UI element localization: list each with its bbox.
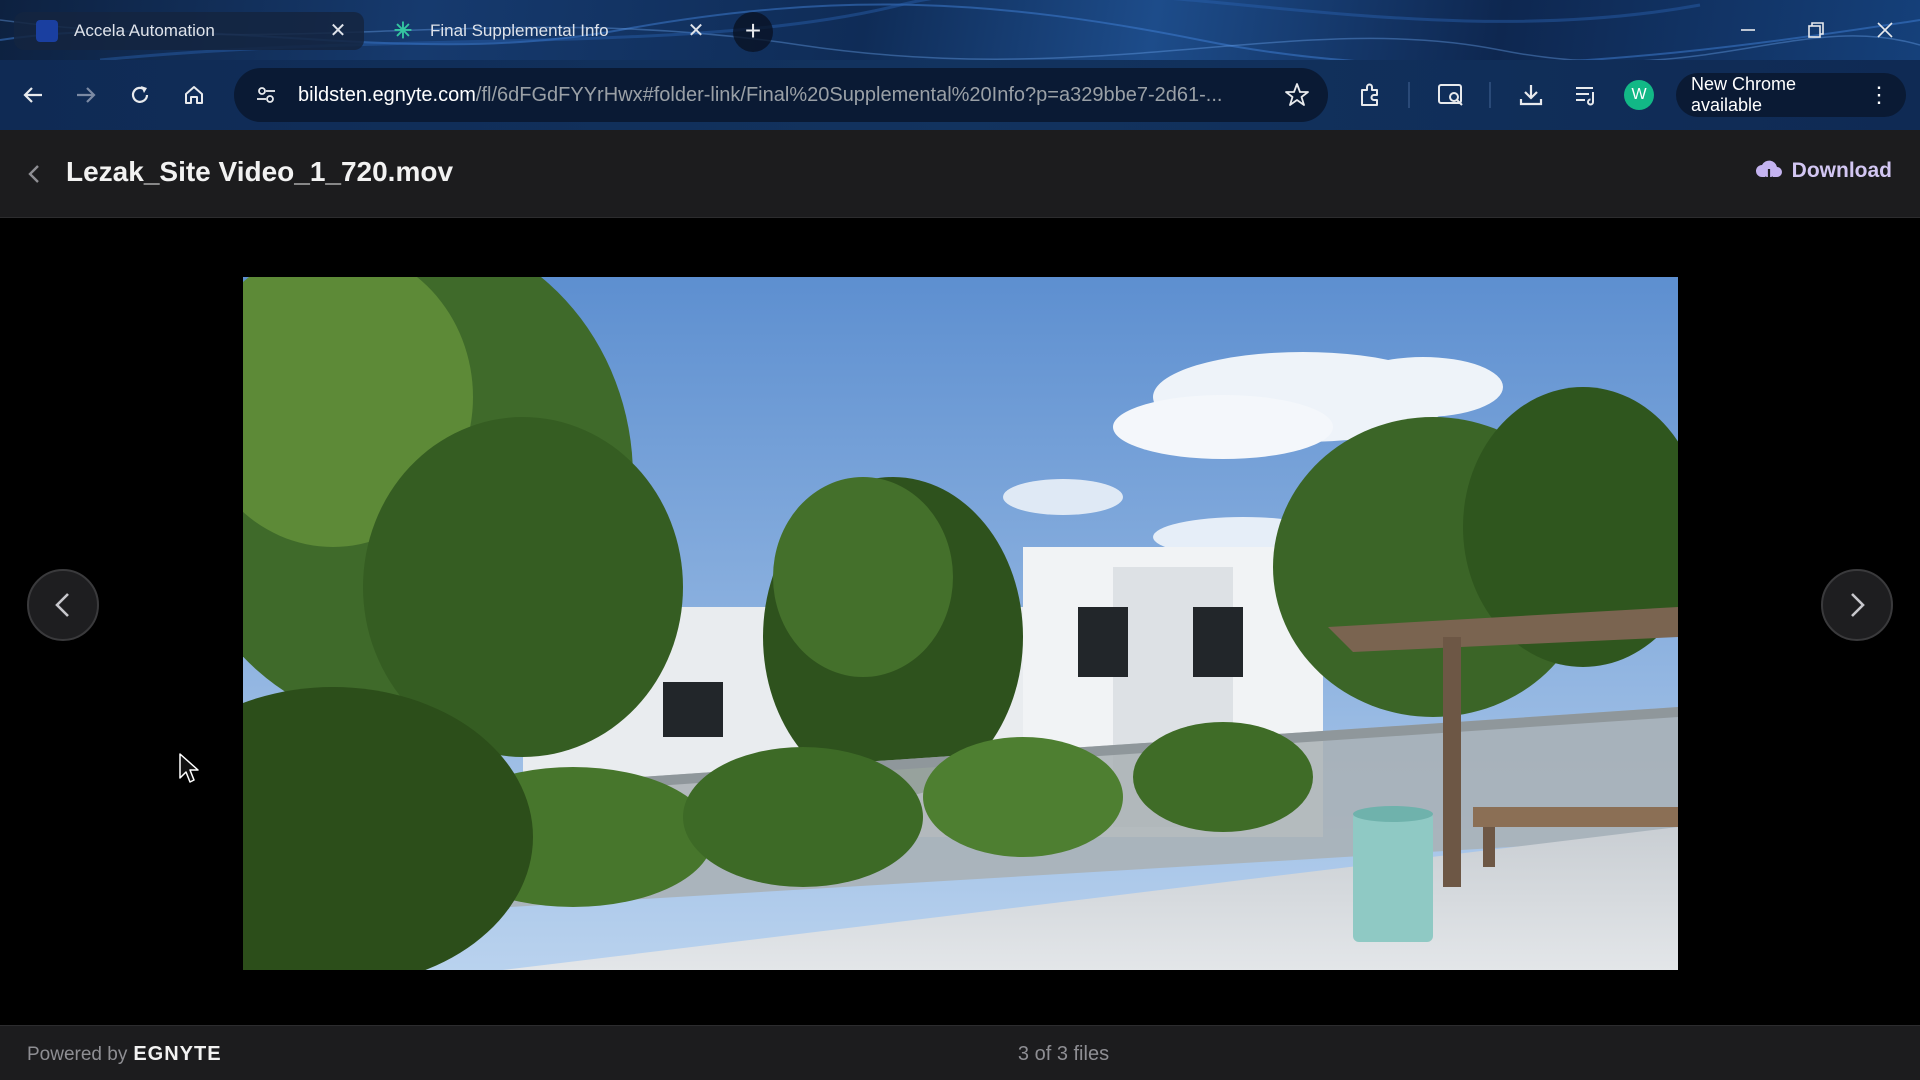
minimize-icon bbox=[1741, 29, 1755, 31]
file-title: Lezak_Site Video_1_720.mov bbox=[66, 156, 454, 187]
downloads-button[interactable] bbox=[1511, 75, 1551, 115]
site-info-icon[interactable] bbox=[248, 77, 284, 113]
chrome-update-button[interactable]: New Chrome available ⋮ bbox=[1676, 73, 1906, 117]
reload-icon bbox=[131, 86, 149, 103]
accela-favicon-icon bbox=[36, 20, 58, 42]
tab-accela-automation[interactable]: Accela Automation ✕ bbox=[14, 12, 364, 50]
media-controls-button[interactable] bbox=[1566, 75, 1606, 115]
back-button[interactable] bbox=[13, 75, 53, 115]
playlist-icon bbox=[1576, 87, 1594, 106]
update-label: New Chrome available bbox=[1691, 74, 1797, 115]
arrow-right-icon bbox=[77, 87, 96, 103]
home-icon bbox=[185, 86, 203, 104]
tab-close-icon[interactable]: ✕ bbox=[684, 19, 708, 43]
tab-title: Accela Automation bbox=[74, 21, 215, 40]
tab-title: Final Supplemental Info bbox=[430, 21, 609, 40]
download-icon bbox=[1519, 85, 1543, 106]
puzzle-icon bbox=[1361, 83, 1378, 106]
extensions-button[interactable] bbox=[1350, 75, 1390, 115]
restore-icon bbox=[1808, 22, 1824, 38]
reload-button[interactable] bbox=[120, 75, 160, 115]
url-path: /fl/6dFGdFYYrHwx#folder-link/Final%20Sup… bbox=[475, 83, 1223, 106]
previous-file-button[interactable] bbox=[27, 569, 99, 641]
browser-tab-strip: Accela Automation ✕ ✳ Final Supplemental… bbox=[0, 0, 1920, 60]
url-host: bildsten.egnyte.com bbox=[298, 83, 476, 106]
viewer-footer: Powered by EGNYTE 3 of 3 files bbox=[0, 1025, 1920, 1080]
new-tab-button[interactable]: + bbox=[733, 12, 773, 52]
download-label: Download bbox=[1791, 159, 1892, 182]
restore-button[interactable] bbox=[1786, 8, 1846, 52]
cloud-download-icon bbox=[1755, 160, 1782, 183]
home-button[interactable] bbox=[174, 75, 214, 115]
mouse-cursor-icon bbox=[179, 753, 199, 783]
browser-toolbar: bildsten.egnyte.com/fl/6dFGdFYYrHwx#fold… bbox=[0, 60, 1920, 130]
minimize-button[interactable] bbox=[1718, 8, 1778, 52]
bookmark-star-icon[interactable] bbox=[1284, 82, 1310, 113]
download-button[interactable]: Download bbox=[1754, 158, 1892, 184]
egnyte-favicon-icon: ✳ bbox=[393, 18, 413, 43]
file-count: 3 of 3 files bbox=[1017, 1043, 1110, 1065]
tab-close-icon[interactable]: ✕ bbox=[326, 19, 350, 43]
screen-search-icon bbox=[1438, 84, 1463, 106]
toolbar-divider bbox=[1408, 82, 1410, 108]
chevron-left-icon[interactable] bbox=[20, 160, 48, 188]
next-file-button[interactable] bbox=[1821, 569, 1893, 641]
close-icon bbox=[1877, 22, 1893, 38]
profile-avatar[interactable]: W bbox=[1624, 80, 1654, 110]
file-viewer-header: Lezak_Site Video_1_720.mov Download bbox=[0, 130, 1920, 218]
toolbar-divider bbox=[1489, 82, 1491, 108]
address-bar[interactable]: bildsten.egnyte.com/fl/6dFGdFYYrHwx#fold… bbox=[234, 68, 1328, 122]
arrow-left-icon bbox=[23, 87, 42, 103]
media-stage bbox=[0, 218, 1920, 1025]
chevron-left-icon bbox=[55, 593, 69, 617]
close-window-button[interactable] bbox=[1855, 8, 1915, 52]
video-preview[interactable] bbox=[243, 277, 1678, 970]
more-vert-icon: ⋮ bbox=[1868, 82, 1890, 107]
tab-final-supplemental-info[interactable]: ✳ Final Supplemental Info ✕ bbox=[370, 10, 722, 52]
url-text[interactable]: bildsten.egnyte.com/fl/6dFGdFYYrHwx#fold… bbox=[298, 84, 1258, 107]
site-rendering-image bbox=[243, 277, 1678, 970]
chevron-right-icon bbox=[1851, 593, 1865, 617]
forward-button[interactable] bbox=[66, 75, 106, 115]
tab-search-button[interactable] bbox=[1431, 75, 1471, 115]
